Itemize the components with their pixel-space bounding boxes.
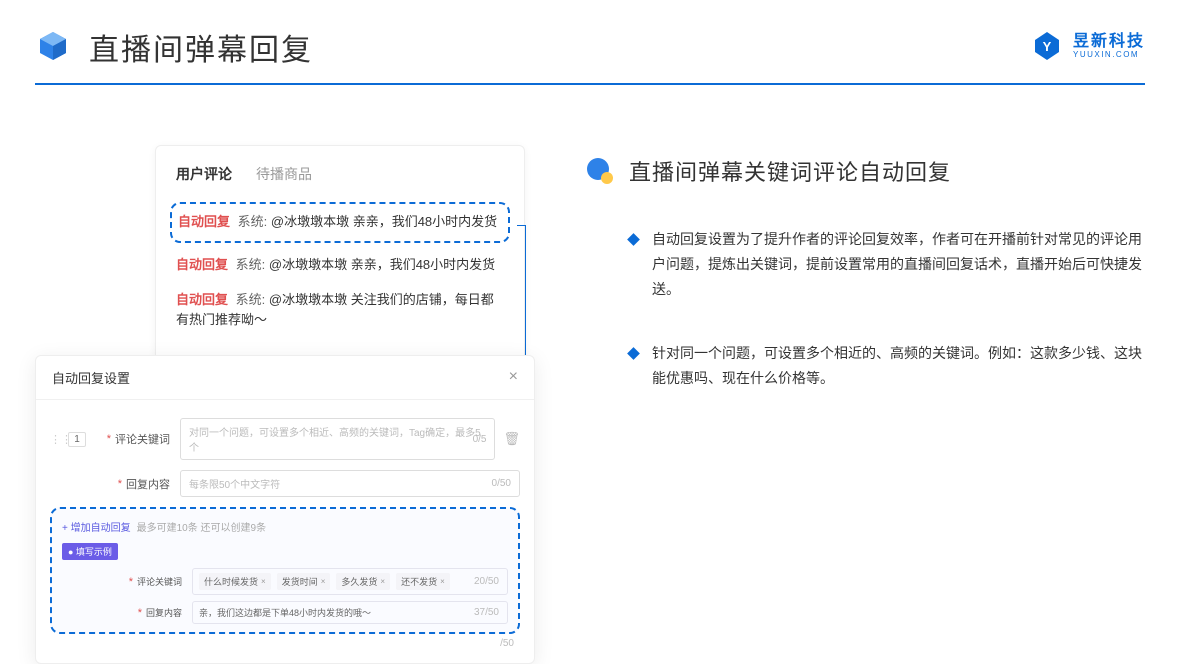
- bullet-item: 针对同一个问题，可设置多个相近的、高频的关键词。例如：这款多少钱、这块能优惠吗、…: [585, 341, 1145, 391]
- add-auto-reply-link[interactable]: + 增加自动回复 最多可建10条 还可以创建9条: [62, 519, 508, 534]
- ex-content-input[interactable]: 亲，我们这边都是下单48小时内发货的哦～ 37/50: [192, 601, 508, 624]
- required-star: *: [138, 607, 142, 619]
- brand-logo: Y 昱新科技 YUUXIN.COM: [1031, 30, 1145, 62]
- content-input[interactable]: 每条限50个中文字符 0/50: [180, 470, 520, 497]
- ex-keyword-label: 评论关键词: [137, 575, 182, 588]
- outer-counter: /50: [50, 634, 520, 649]
- logo-name: 昱新科技: [1073, 34, 1145, 50]
- page-title: 直播间弹幕回复: [89, 25, 313, 69]
- ex-content-label: 回复内容: [146, 606, 182, 619]
- ex-keyword-input[interactable]: 什么时候发货× 发货时间× 多久发货× 还不发货× 20/50: [192, 568, 508, 595]
- section-title: 直播间弹幕关键词评论自动回复: [629, 155, 951, 187]
- bubble-icon: [585, 156, 615, 186]
- connector-line: [517, 225, 525, 226]
- logo-icon: Y: [1031, 30, 1063, 62]
- tag-chip[interactable]: 还不发货×: [396, 573, 450, 590]
- highlighted-comment: 自动回复 系统: @冰墩墩本墩 亲亲，我们48小时内发货: [170, 202, 510, 243]
- content-label: 回复内容: [126, 476, 170, 492]
- auto-reply-settings-dialog: 自动回复设置 × ⋮⋮ 1 * 评论关键词 对同一个问题，可设置多个相近、高频的…: [35, 355, 535, 664]
- bullet-item: 自动回复设置为了提升作者的评论回复效率，作者可在开播前针对常见的评论用户问题，提…: [585, 227, 1145, 303]
- close-icon[interactable]: ×: [509, 368, 518, 387]
- comment-item: 自动回复 系统: @冰墩墩本墩 亲亲，我们48小时内发货: [176, 255, 504, 276]
- system-tag: 系统:: [236, 257, 266, 272]
- example-badge: ● 填写示例: [62, 543, 118, 560]
- required-star: *: [107, 433, 111, 445]
- required-star: *: [129, 576, 133, 588]
- comment-text: @冰墩墩本墩 亲亲，我们48小时内发货: [271, 214, 497, 229]
- comment-item: 自动回复 系统: @冰墩墩本墩 关注我们的店铺，每日都有热门推荐呦～: [176, 290, 504, 332]
- tab-comments[interactable]: 用户评论: [176, 164, 232, 184]
- keyword-input[interactable]: 对同一个问题，可设置多个相近、高频的关键词，Tag确定，最多5个 0/5: [180, 418, 495, 460]
- example-block: + 增加自动回复 最多可建10条 还可以创建9条 ● 填写示例 * 评论关键词 …: [50, 507, 520, 634]
- diamond-icon: [627, 347, 640, 360]
- tag-chip[interactable]: 多久发货×: [336, 573, 390, 590]
- tag-chip[interactable]: 发货时间×: [277, 573, 331, 590]
- trash-icon[interactable]: 🗑: [503, 431, 520, 447]
- tab-products[interactable]: 待播商品: [256, 164, 312, 184]
- keyword-label: 评论关键词: [115, 431, 170, 447]
- tag-chip[interactable]: 什么时候发货×: [199, 573, 271, 590]
- system-tag: 系统:: [238, 214, 268, 229]
- cube-icon: [35, 29, 71, 65]
- required-star: *: [118, 478, 122, 490]
- auto-reply-tag: 自动回复: [176, 292, 228, 307]
- diamond-icon: [627, 233, 640, 246]
- dialog-title: 自动回复设置: [52, 368, 130, 387]
- svg-text:Y: Y: [1043, 39, 1052, 54]
- system-tag: 系统:: [236, 292, 266, 307]
- drag-handle-icon[interactable]: ⋮⋮: [50, 433, 64, 446]
- row-number: 1: [68, 432, 86, 447]
- auto-reply-tag: 自动回复: [178, 214, 230, 229]
- comment-text: @冰墩墩本墩 亲亲，我们48小时内发货: [269, 257, 495, 272]
- auto-reply-tag: 自动回复: [176, 257, 228, 272]
- logo-url: YUUXIN.COM: [1073, 50, 1145, 59]
